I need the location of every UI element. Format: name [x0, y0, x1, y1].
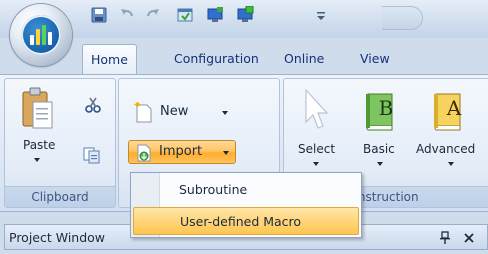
customize-chevron-icon[interactable] — [314, 6, 328, 24]
new-document-icon — [134, 102, 152, 123]
import-button[interactable]: Import — [128, 140, 236, 164]
import-menu: Subroutine User-defined Macro — [130, 172, 362, 238]
application-button[interactable] — [10, 4, 72, 66]
select-dropdown-arrow-icon — [313, 162, 319, 166]
advanced-label: Advanced — [416, 142, 476, 156]
paste-button[interactable]: Paste — [14, 84, 60, 172]
tab-view[interactable]: View — [352, 44, 398, 74]
clipboard-group-label: Clipboard — [5, 186, 115, 207]
redo-icon[interactable] — [144, 6, 162, 24]
monitor-green-icon[interactable] — [236, 6, 254, 24]
undo-icon[interactable] — [118, 6, 136, 24]
menu-item-user-defined-macro[interactable]: User-defined Macro — [133, 207, 359, 235]
new-label: New — [160, 104, 189, 119]
basic-label: Basic — [363, 142, 395, 156]
tab-configuration[interactable]: Configuration — [166, 44, 267, 74]
basic-dropdown-arrow-icon — [377, 162, 383, 166]
quick-access-end-cap — [382, 6, 423, 30]
save-icon[interactable] — [90, 6, 108, 24]
paste-dropdown-arrow-icon — [34, 158, 40, 162]
app-logo-icon — [21, 15, 61, 55]
import-label: Import — [159, 144, 203, 159]
tab-home[interactable]: Home — [82, 44, 137, 76]
menu-item-subroutine[interactable]: Subroutine — [133, 176, 359, 204]
close-icon[interactable] — [463, 232, 475, 244]
window-icon[interactable] — [176, 6, 194, 24]
cut-icon[interactable] — [84, 96, 102, 114]
menu-item-subroutine-label: Subroutine — [179, 182, 248, 197]
advanced-book-letter: A — [446, 96, 462, 120]
monitor-blue-icon[interactable] — [206, 6, 224, 24]
copy-icon[interactable] — [82, 146, 102, 164]
new-button[interactable]: New — [130, 100, 240, 126]
menu-item-user-defined-macro-label: User-defined Macro — [180, 214, 302, 229]
import-icon — [137, 144, 151, 162]
paste-icon — [22, 87, 53, 129]
quick-access-toolbar — [82, 4, 423, 30]
pin-icon[interactable] — [439, 231, 451, 245]
import-dropdown-arrow-icon — [223, 151, 229, 155]
paste-label: Paste — [23, 138, 56, 152]
select-button[interactable]: Select — [292, 86, 344, 176]
basic-book-letter: B — [378, 96, 394, 120]
advanced-dropdown-arrow-icon — [448, 162, 454, 166]
select-cursor-icon — [305, 88, 329, 129]
new-dropdown-arrow-icon — [222, 111, 228, 115]
select-label: Select — [298, 142, 336, 156]
basic-button[interactable]: B Basic — [356, 86, 406, 176]
advanced-button[interactable]: A Advanced — [412, 86, 488, 176]
tab-online[interactable]: Online — [276, 44, 332, 74]
project-window-title: Project Window — [9, 230, 106, 245]
